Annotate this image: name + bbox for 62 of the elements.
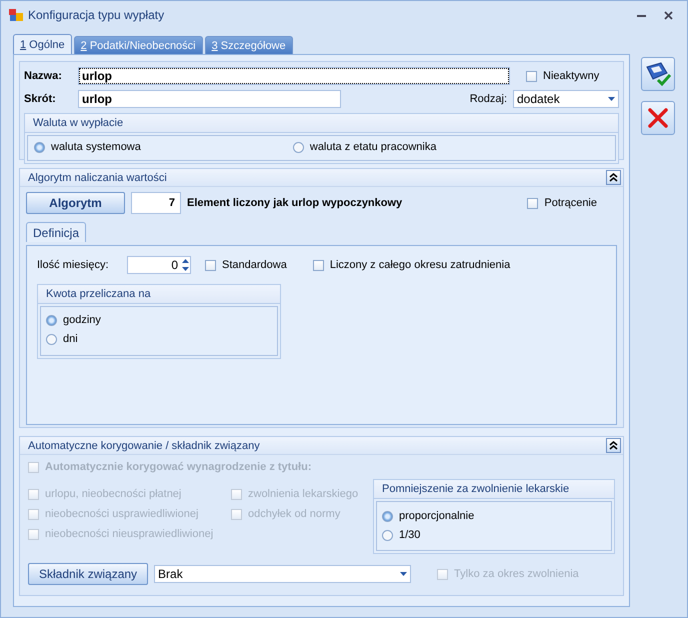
checkbox-label: odchyłek od normy — [248, 508, 340, 520]
algorithm-button[interactable]: Algorytm — [26, 192, 125, 214]
checkbox[interactable] — [312, 260, 324, 270]
radio-button[interactable] — [46, 334, 57, 344]
checkbox[interactable] — [205, 260, 216, 270]
checkbox-label: Tylko za okres zwolnienia — [454, 568, 579, 580]
collapse-button[interactable] — [606, 170, 621, 185]
description-text: Element liczony jak urlop wypoczynkowy — [187, 197, 404, 209]
checkbox-label: Liczony z całego okresu zatrudnienia — [330, 259, 510, 271]
number-field[interactable]: 7 — [131, 192, 181, 214]
checkbox-label: nieobecności nieusprawiedliwionej — [45, 528, 214, 540]
tab[interactable]: Definicja — [26, 222, 86, 242]
group-title: Pomniejszenie za zwolnienie lekarskie — [374, 480, 614, 499]
field-label: Nazwa: — [24, 70, 63, 82]
radio-button[interactable] — [382, 530, 393, 540]
window-title: Konfiguracja typu wypłaty — [28, 8, 166, 22]
radio-button[interactable] — [34, 142, 45, 152]
cancel-button[interactable] — [641, 101, 675, 135]
dropdown-caret-icon — [608, 97, 615, 101]
field-label: Rodzaj: — [470, 93, 507, 105]
months-spin-field[interactable]: 0 — [127, 256, 191, 274]
radio-label: dni — [63, 333, 78, 345]
group-title: Waluta w wypłacie — [25, 114, 618, 133]
cross-icon — [647, 107, 669, 129]
double-chevron-up-icon — [609, 173, 618, 182]
checkbox-label: Nieaktywny — [543, 70, 600, 82]
radio-button[interactable] — [46, 314, 57, 326]
checkbox[interactable] — [526, 70, 537, 82]
checkbox[interactable] — [527, 198, 538, 208]
radio-label: godziny — [63, 314, 101, 326]
radio-label: waluta systemowa — [51, 141, 141, 153]
type-dropdown[interactable]: dodatek — [513, 90, 619, 108]
field-label: Skrót: — [24, 93, 57, 105]
section-title: Algorytm naliczania wartości — [28, 172, 167, 184]
short-name-field[interactable]: urlop — [78, 90, 341, 108]
linked-component-button[interactable]: Składnik związany — [28, 563, 148, 585]
double-chevron-up-icon — [609, 441, 618, 450]
radio-label: proporcjonalnie — [399, 510, 474, 522]
spin-arrows-icon — [182, 258, 189, 272]
app-icon — [9, 8, 23, 22]
checkbox-label: urlopu, nieobecności płatnej — [45, 488, 182, 500]
checkbox-label: Automatycznie korygować wynagrodzenie z tytułu: — [45, 461, 312, 473]
field-label: Ilość miesięcy: — [37, 259, 110, 271]
dropdown-caret-icon — [400, 572, 408, 576]
checkbox-label: zwolnienia lekarskiego — [248, 488, 358, 500]
minimize-icon — [636, 14, 646, 16]
radio-button[interactable] — [292, 142, 304, 152]
group-title: Kwota przeliczana na — [38, 285, 280, 304]
floppy-disk-check-icon — [645, 61, 671, 87]
radio-label: waluta z etatu pracownika — [310, 141, 436, 153]
radio-label: 1/30 — [399, 529, 420, 541]
checkbox-label: Potrącenie — [544, 197, 597, 209]
linked-component-dropdown[interactable]: Brak — [154, 565, 412, 583]
checkbox-label: Standardowa — [222, 259, 287, 271]
tab[interactable]: 1 Ogólne — [13, 34, 72, 54]
name-field[interactable]: urlop — [78, 67, 510, 85]
checkbox-label: nieobecności usprawiedliwionej — [45, 508, 198, 520]
collapse-button[interactable] — [606, 438, 621, 453]
radio-button[interactable] — [382, 510, 393, 522]
save-button[interactable] — [641, 57, 675, 91]
close-icon — [664, 10, 672, 20]
section-title: Automatyczne korygowanie / składnik związany — [28, 440, 260, 452]
